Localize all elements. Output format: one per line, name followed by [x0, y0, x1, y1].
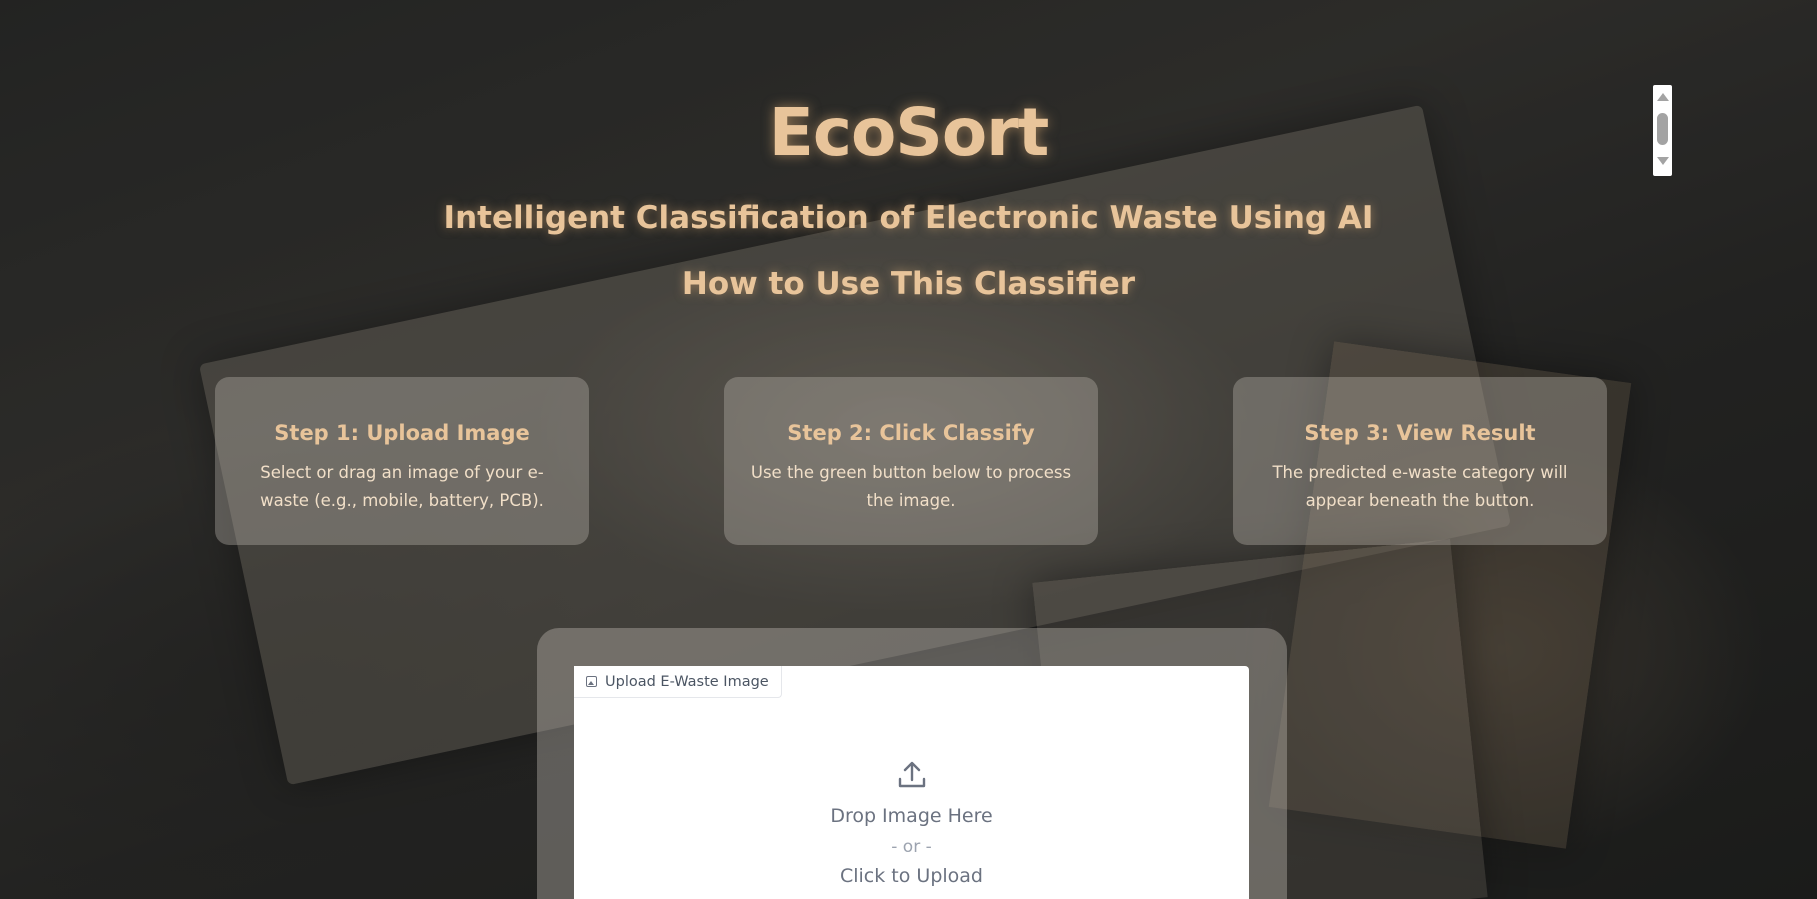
step-title: Step 3: View Result [1304, 421, 1536, 445]
image-icon [586, 676, 597, 687]
scroll-down-arrow-icon[interactable] [1657, 157, 1669, 165]
step-title: Step 1: Upload Image [274, 421, 530, 445]
scroll-thumb[interactable] [1657, 113, 1668, 145]
step-description: The predicted e-waste category will appe… [1272, 463, 1568, 510]
howto-heading: How to Use This Classifier [681, 266, 1136, 302]
click-to-upload-text[interactable]: Click to Upload [574, 865, 1249, 887]
step-description: Select or drag an image of your e-waste … [260, 463, 544, 510]
step-card-upload: Step 1: Upload Image Select or drag an i… [215, 377, 589, 545]
upload-field-label: Upload E-Waste Image [574, 666, 782, 698]
scroll-up-arrow-icon[interactable] [1657, 93, 1669, 101]
step-card-classify: Step 2: Click Classify Use the green but… [724, 377, 1098, 545]
page-title: EcoSort [768, 94, 1050, 171]
upload-icon [898, 761, 926, 788]
page-subtitle: Intelligent Classification of Electronic… [443, 200, 1374, 236]
scrollbar[interactable] [1653, 85, 1672, 176]
drop-image-text: Drop Image Here [830, 805, 993, 827]
step-description: Use the green button below to process th… [750, 463, 1072, 510]
step-title: Step 2: Click Classify [787, 421, 1035, 445]
image-upload-dropzone[interactable]: Upload E-Waste Image Drop Image Here - o… [574, 666, 1249, 899]
or-separator: - or - [891, 837, 932, 857]
step-card-result: Step 3: View Result The predicted e-wast… [1233, 377, 1607, 545]
upload-label-text: Upload E-Waste Image [605, 673, 769, 690]
page: EcoSort Intelligent Classification of El… [0, 0, 1817, 899]
